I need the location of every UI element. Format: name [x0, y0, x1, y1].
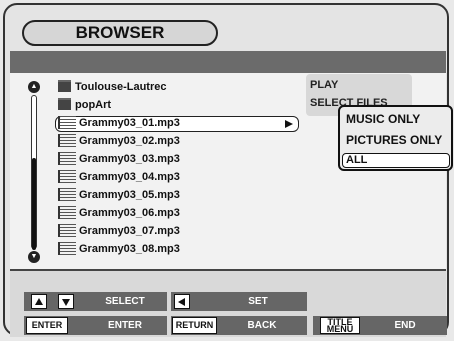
list-item[interactable]: Grammy03_05.mp3	[58, 187, 180, 204]
left-arrow-key[interactable]	[174, 294, 190, 309]
submenu-item-all[interactable]: ALL	[346, 154, 367, 166]
down-arrow-icon	[62, 299, 70, 306]
set-label: SET	[248, 296, 268, 307]
music-file-icon	[58, 133, 76, 147]
list-item[interactable]: Grammy03_07.mp3	[58, 223, 180, 240]
scrollbar[interactable]	[31, 95, 37, 250]
menu-item-play[interactable]: PLAY	[310, 79, 338, 91]
music-file-icon	[58, 223, 76, 237]
music-file-icon	[58, 205, 76, 219]
select-label: SELECT	[105, 296, 145, 307]
music-file-icon	[58, 151, 76, 165]
window-title: BROWSER	[22, 20, 218, 46]
list-item[interactable]: Grammy03_03.mp3	[58, 151, 180, 168]
music-file-icon	[58, 241, 76, 255]
back-label: BACK	[247, 320, 277, 331]
scroll-down-icon[interactable]: ▼	[28, 251, 40, 263]
music-file-icon	[58, 115, 76, 129]
list-item[interactable]: Grammy03_04.mp3	[58, 169, 180, 186]
left-arrow-icon	[178, 298, 185, 306]
end-label: END	[394, 320, 416, 331]
up-arrow-key[interactable]	[31, 294, 47, 309]
scroll-up-icon[interactable]: ▲	[28, 81, 40, 93]
folder-icon	[58, 80, 71, 93]
list-item[interactable]: popArt	[58, 97, 111, 114]
title-menu-key[interactable]: TITLE MENU	[320, 317, 360, 334]
list-item[interactable]: Grammy03_02.mp3	[58, 133, 180, 150]
enter-key[interactable]: ENTER	[26, 317, 68, 334]
scrollbar-thumb[interactable]	[32, 158, 36, 250]
music-file-icon	[58, 169, 76, 183]
down-arrow-key[interactable]	[58, 294, 74, 309]
music-file-icon	[58, 187, 76, 201]
submenu-item-music-only[interactable]: MUSIC ONLY	[346, 112, 420, 126]
up-arrow-icon	[35, 298, 43, 305]
folder-icon	[58, 98, 71, 111]
header-bar	[10, 51, 446, 73]
play-icon	[285, 120, 293, 128]
list-item-selected[interactable]: Grammy03_01.mp3	[58, 115, 180, 132]
select-files-submenu: MUSIC ONLY PICTURES ONLY ALL	[338, 105, 453, 171]
list-item[interactable]: Grammy03_08.mp3	[58, 241, 180, 258]
enter-label: ENTER	[108, 320, 142, 331]
list-item[interactable]: Grammy03_06.mp3	[58, 205, 180, 222]
submenu-item-pictures-only[interactable]: PICTURES ONLY	[346, 133, 442, 147]
list-item[interactable]: Toulouse-Lautrec	[58, 79, 166, 96]
return-key[interactable]: RETURN	[172, 317, 217, 334]
